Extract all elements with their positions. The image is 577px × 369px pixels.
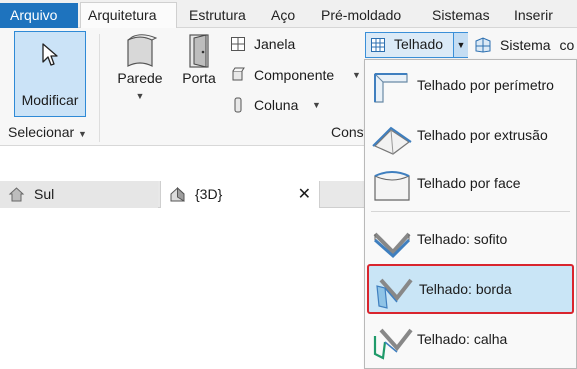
curtain-system-icon xyxy=(475,37,491,53)
roof-soffit-icon xyxy=(373,232,411,259)
menu-item-label: Telhado: calha xyxy=(417,331,508,347)
menu-item-label: Telhado: borda xyxy=(419,281,512,297)
column-label: Coluna xyxy=(254,97,299,113)
window-label: Janela xyxy=(254,36,296,52)
system-label: Sistema xyxy=(500,37,551,53)
roof-dropdown-menu: Telhado por perímetro Telhado por extrus… xyxy=(364,59,577,369)
system-overflow-text: co xyxy=(559,37,575,53)
modify-label: Modificar xyxy=(21,92,79,108)
window-icon xyxy=(231,37,245,51)
menu-item-roof-face[interactable]: Telhado por face xyxy=(367,160,574,208)
menu-item-label: Telhado por face xyxy=(417,175,521,191)
tab-aco[interactable]: Aço xyxy=(265,3,301,27)
view-tab-sul-label: Sul xyxy=(34,186,55,202)
door-label: Porta xyxy=(182,70,216,86)
select-group-label[interactable]: Selecionar ▼ xyxy=(8,124,87,140)
door-button[interactable]: Porta xyxy=(178,32,220,112)
tab-arquivo[interactable]: Arquivo xyxy=(0,3,78,28)
column-button[interactable]: Coluna ▼ xyxy=(230,94,330,116)
menu-item-roof-footprint[interactable]: Telhado por perímetro xyxy=(367,62,574,110)
window-button[interactable]: Janela xyxy=(230,33,310,55)
roof-face-icon xyxy=(374,171,410,201)
chevron-down-icon: ▼ xyxy=(135,91,145,101)
roof-footprint-icon xyxy=(374,73,408,103)
revit-ribbon-window: Arquivo Arquitetura Estrutura Aço Pré-mo… xyxy=(0,0,577,369)
component-button[interactable]: Componente ▼ xyxy=(230,64,361,86)
chevron-down-icon: ▼ xyxy=(78,129,87,139)
roof-fascia-icon xyxy=(376,278,413,309)
group-divider xyxy=(99,34,100,142)
roof-dropdown-arrow[interactable]: ▼ xyxy=(453,33,468,57)
menu-item-roof-fascia[interactable]: Telhado: borda xyxy=(367,264,574,314)
menu-item-roof-soffit[interactable]: Telhado: sofito xyxy=(367,216,574,264)
view-tab-3d-label: {3D} xyxy=(195,186,223,202)
wall-label: Parede xyxy=(117,70,163,86)
door-icon xyxy=(189,34,209,68)
roof-button[interactable]: Telhado xyxy=(366,33,453,57)
3d-house-icon xyxy=(170,186,185,202)
view-tab-3d[interactable]: {3D} ✕ xyxy=(160,181,320,208)
menu-item-label: Telhado por perímetro xyxy=(417,77,554,93)
component-label: Componente xyxy=(254,67,335,83)
ribbon-tab-bar: Arquivo Arquitetura Estrutura Aço Pré-mo… xyxy=(0,0,577,29)
modify-button[interactable]: Modificar xyxy=(14,31,86,117)
menu-item-label: Telhado: sofito xyxy=(417,231,508,247)
chevron-down-icon: ▼ xyxy=(456,40,466,50)
tab-pre-moldado[interactable]: Pré-moldado xyxy=(315,3,407,27)
menu-divider xyxy=(371,211,570,212)
build-group-label: Const xyxy=(331,124,368,140)
chevron-down-icon: ▼ xyxy=(312,100,321,110)
view-tab-sul[interactable]: Sul xyxy=(0,181,158,208)
roof-split-button[interactable]: Telhado ▼ xyxy=(365,32,468,58)
house-icon xyxy=(8,187,25,202)
close-icon[interactable]: ✕ xyxy=(298,181,311,208)
curtain-system-label: Sistema co xyxy=(500,34,574,56)
tab-arquitetura[interactable]: Arquitetura xyxy=(80,2,177,29)
roof-label: Telhado xyxy=(394,36,444,52)
menu-item-roof-extrusion[interactable]: Telhado por extrusão xyxy=(367,112,574,160)
roof-grid-icon xyxy=(371,38,385,52)
tab-sistemas[interactable]: Sistemas xyxy=(426,3,496,27)
select-label: Selecionar xyxy=(8,124,75,140)
tab-inserir[interactable]: Inserir xyxy=(508,3,559,27)
roof-gutter-icon xyxy=(373,328,413,360)
menu-item-label: Telhado por extrusão xyxy=(417,127,548,143)
wall-icon xyxy=(127,34,158,67)
wall-button[interactable]: Parede ▼ xyxy=(112,32,168,112)
column-icon xyxy=(234,97,242,113)
menu-item-roof-gutter[interactable]: Telhado: calha xyxy=(367,316,574,364)
chevron-down-icon: ▼ xyxy=(352,70,361,80)
component-icon xyxy=(232,67,245,81)
tab-estrutura[interactable]: Estrutura xyxy=(183,3,252,27)
cursor-arrow-icon xyxy=(42,43,58,66)
roof-extrusion-icon xyxy=(372,126,412,155)
